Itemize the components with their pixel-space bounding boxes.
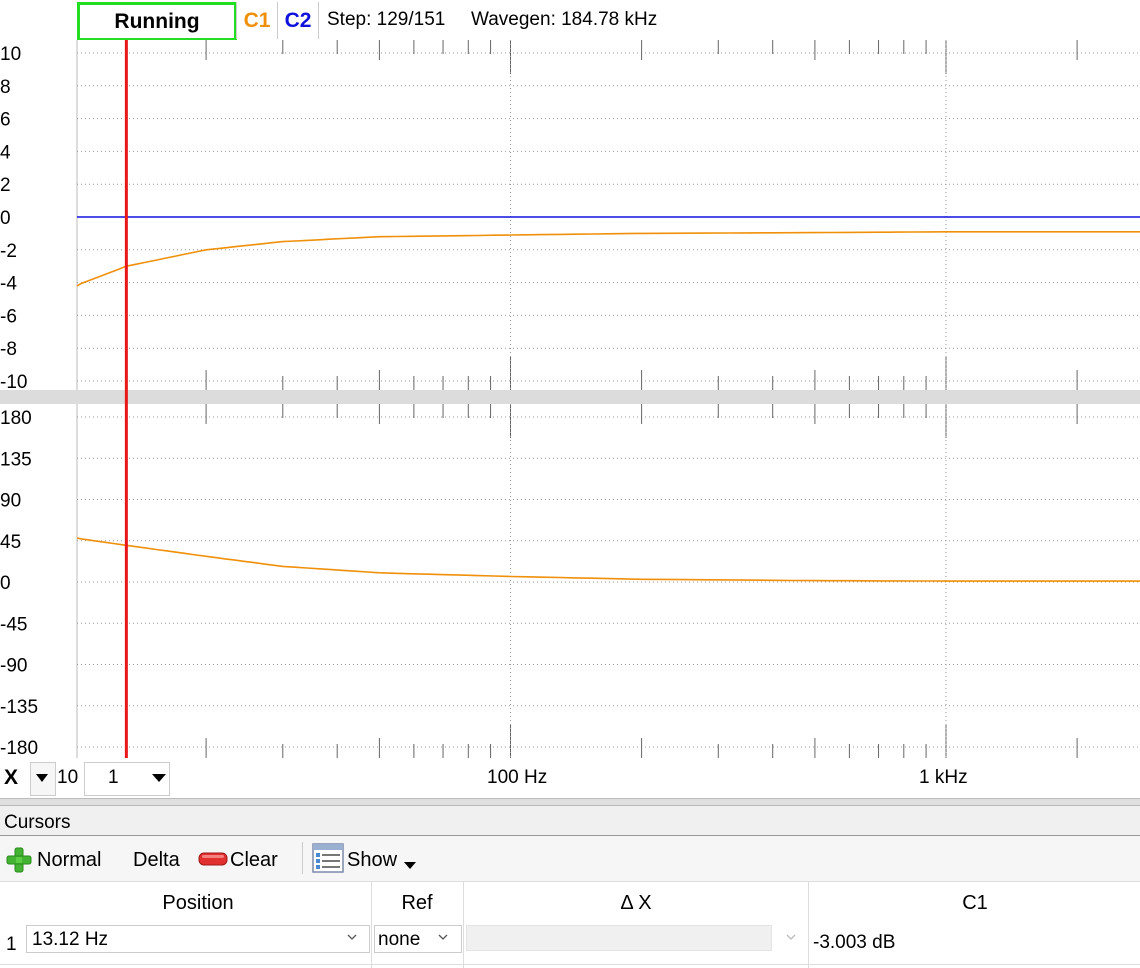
y-tick-label: 10 <box>0 44 21 65</box>
channel-c1-toggle[interactable]: C1 <box>236 2 278 39</box>
chevron-down-icon[interactable] <box>438 932 448 942</box>
list-view-icon[interactable] <box>312 843 344 873</box>
minus-icon[interactable] <box>198 852 228 866</box>
y-tick-label: 90 <box>0 491 21 512</box>
chevron-down-icon <box>404 862 416 869</box>
y-tick-label: 0 <box>0 573 11 594</box>
y-tick-label: -10 <box>0 372 27 393</box>
channel-c2-toggle[interactable]: C2 <box>278 2 319 39</box>
toolbar-separator <box>302 842 303 874</box>
cursor-c1-value: -3.003 dB <box>813 932 896 953</box>
y-tick-label: 135 <box>0 449 32 470</box>
plus-icon[interactable] <box>5 846 33 874</box>
cursor-position-value: 13.12 Hz <box>32 929 109 950</box>
x-tick-label: 100 Hz <box>487 767 548 788</box>
decade-start-label: 10 <box>57 767 79 788</box>
step-readout: Step: 129/151 <box>327 9 446 30</box>
panel-splitter[interactable] <box>0 798 1140 806</box>
column-header-ref[interactable]: Ref <box>372 892 462 915</box>
column-header-position[interactable]: Position <box>26 892 370 915</box>
y-tick-label: -8 <box>0 339 17 360</box>
show-menu-button[interactable]: Show <box>347 849 397 872</box>
decade-select-value: 1 <box>108 767 119 788</box>
y-tick-label: 8 <box>0 77 11 98</box>
y-tick-label: -45 <box>0 614 27 635</box>
y-tick-label: 4 <box>0 142 11 163</box>
normal-cursor-button[interactable]: Normal <box>37 849 101 872</box>
delta-cursor-button[interactable]: Delta <box>133 849 180 872</box>
x-tick-label: 1 kHz <box>919 767 968 788</box>
column-divider <box>371 882 372 968</box>
bode-plots[interactable]: 10 8 6 4 2 0 -2 -4 -6 -8 -10 180 135 90 45 0 -45 -90 -135… <box>0 40 1140 758</box>
phase-plot[interactable]: 180 135 90 45 0 -45 -90 -135 -180 <box>0 404 1140 758</box>
y-tick-label: -180 <box>0 738 38 758</box>
y-tick-label: 0 <box>0 208 11 229</box>
x-axis-bar <box>0 758 1140 798</box>
x-axis-label: X <box>4 766 19 789</box>
cursors-panel-header <box>0 806 1140 836</box>
cursor-delta-x-field <box>466 925 772 951</box>
column-divider <box>463 882 464 968</box>
column-header-c1[interactable]: C1 <box>810 892 1140 915</box>
row-index: 1 <box>6 934 17 955</box>
y-tick-label: -90 <box>0 656 27 677</box>
y-tick-label: 6 <box>0 110 11 131</box>
cursors-panel-title: Cursors <box>4 812 71 833</box>
row-divider <box>0 964 1140 965</box>
y-tick-label: -6 <box>0 306 17 327</box>
y-tick-label: -2 <box>0 241 17 262</box>
run-status-button[interactable]: Running <box>77 2 237 41</box>
chevron-down-icon <box>786 934 796 940</box>
plot-splitter[interactable] <box>0 390 1140 404</box>
column-divider <box>808 882 809 968</box>
chevron-down-icon <box>152 774 166 782</box>
wavegen-readout: Wavegen: 184.78 kHz <box>471 9 658 30</box>
y-tick-label: 180 <box>0 408 32 429</box>
magnitude-plot[interactable]: 10 8 6 4 2 0 -2 -4 -6 -8 -10 <box>0 40 1140 393</box>
chevron-down-icon <box>36 774 48 782</box>
y-tick-label: 2 <box>0 175 11 196</box>
cursor-ref-value: none <box>378 929 421 950</box>
y-tick-label: -4 <box>0 274 17 295</box>
column-header-delta-x[interactable]: Δ X <box>464 892 808 915</box>
y-tick-label: -135 <box>0 697 38 718</box>
y-tick-label: 45 <box>0 532 21 553</box>
chevron-down-icon[interactable] <box>347 932 357 942</box>
plot-area <box>77 40 1140 390</box>
clear-cursors-button[interactable]: Clear <box>230 849 278 872</box>
